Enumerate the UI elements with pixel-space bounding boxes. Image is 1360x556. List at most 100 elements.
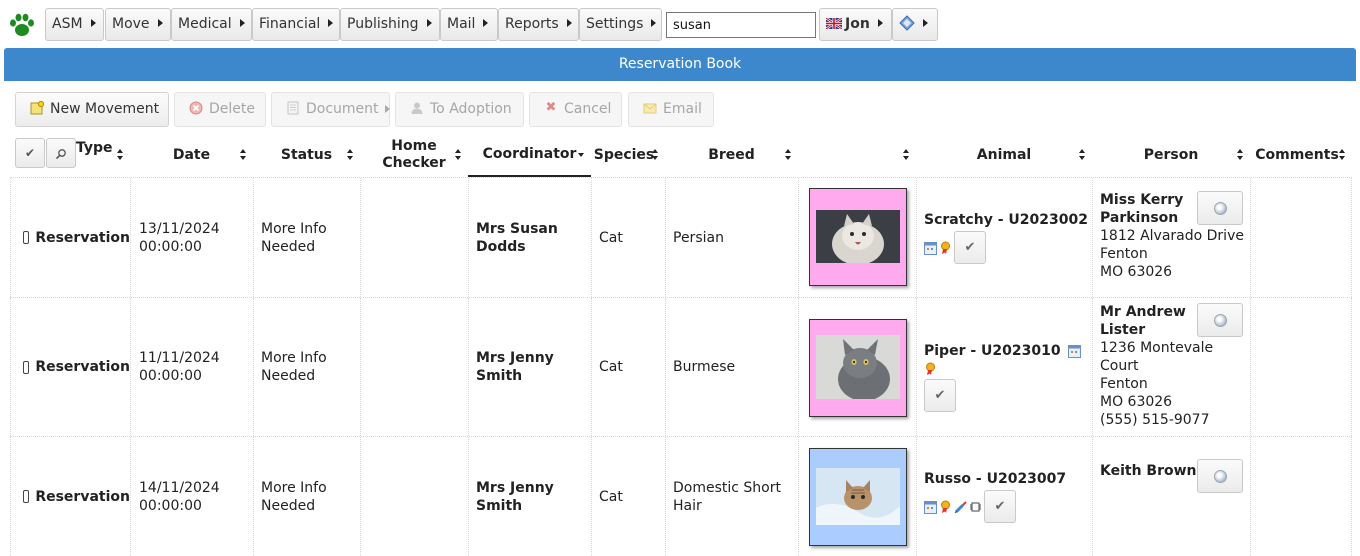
- animal-photo[interactable]: [809, 448, 907, 546]
- column-header-home-checker[interactable]: Home Checker: [360, 133, 468, 177]
- disc-icon: [1214, 470, 1227, 483]
- breed-value: Hair: [673, 497, 702, 514]
- kitten-photo-image: [816, 468, 900, 525]
- delete-icon: [189, 101, 203, 115]
- column-header-type[interactable]: Type: [76, 133, 130, 177]
- menu-settings[interactable]: Settings: [579, 8, 662, 41]
- coordinator-cell: Mrs Susan Dodds: [468, 178, 591, 297]
- search-icon: [55, 148, 66, 159]
- menu-reports[interactable]: Reports: [498, 8, 579, 41]
- award-ribbon-icon: [926, 362, 935, 375]
- check-button[interactable]: ✔: [984, 490, 1016, 523]
- comments-cell: [1250, 437, 1352, 556]
- row-checkbox[interactable]: [23, 231, 30, 244]
- address-line: Court: [1100, 358, 1139, 374]
- caret-right-icon: [923, 19, 928, 27]
- user-menu[interactable]: Jon: [819, 8, 892, 41]
- animal-link[interactable]: Piper - U2023010: [924, 343, 1061, 359]
- type-cell: Reservation: [10, 298, 130, 436]
- species-cell: Cat: [591, 437, 665, 556]
- calendar-icon: [924, 241, 937, 255]
- table-row[interactable]: Reservation 14/11/2024 00:00:00 More Info…: [10, 436, 1352, 556]
- column-header-coordinator[interactable]: Coordinator: [468, 133, 591, 177]
- menu-publishing[interactable]: Publishing: [340, 8, 440, 41]
- type-value: Reservation: [35, 359, 130, 375]
- status-value: Needed: [261, 238, 316, 255]
- animal-cell: Piper - U2023010 ✔: [916, 298, 1092, 436]
- search-input[interactable]: [666, 12, 816, 38]
- menu-medical[interactable]: Medical: [171, 8, 252, 41]
- select-all-button[interactable]: ✔: [15, 138, 45, 168]
- document-button[interactable]: Document: [271, 92, 390, 127]
- date-cell: 14/11/2024 00:00:00: [130, 437, 253, 556]
- syringe-icon: [954, 500, 967, 513]
- menu-asm[interactable]: ASM: [45, 8, 104, 41]
- menu-mail[interactable]: Mail: [440, 8, 498, 41]
- check-button[interactable]: ✔: [924, 379, 956, 412]
- animal-link[interactable]: Russo - U2023007: [924, 470, 1092, 488]
- cancel-button[interactable]: ✖ Cancel: [529, 92, 622, 127]
- person-cell: Miss Kerry Parkinson 1812 Alvarado Drive…: [1092, 178, 1250, 297]
- animal-photo[interactable]: [809, 188, 907, 286]
- species-value: Cat: [599, 229, 623, 246]
- person-lookup-button[interactable]: [1197, 459, 1243, 493]
- coordinator-cell: Mrs Jenny Smith: [468, 437, 591, 556]
- caret-right-icon: [877, 19, 883, 27]
- table-row[interactable]: Reservation 13/11/2024 00:00:00 More Info…: [10, 177, 1352, 297]
- person-cell: Mr Andrew Lister 1236 Montevale Court Fe…: [1092, 298, 1250, 436]
- column-header-breed[interactable]: Breed: [665, 133, 798, 177]
- help-menu[interactable]: [892, 8, 938, 41]
- sort-icon: [1339, 149, 1346, 161]
- status-value: More Info: [261, 220, 327, 237]
- person-lookup-button[interactable]: [1197, 191, 1243, 225]
- column-header-animal[interactable]: Animal: [916, 133, 1092, 177]
- breed-value: Domestic Short: [673, 479, 781, 496]
- caret-right-icon: [483, 19, 489, 27]
- comments-cell: [1250, 298, 1352, 436]
- column-header-date[interactable]: Date: [130, 133, 253, 177]
- cat-photo-image: [816, 210, 900, 263]
- row-checkbox[interactable]: [23, 490, 30, 503]
- calendar-icon: [924, 500, 937, 514]
- address-line: 1236 Montevale: [1100, 340, 1214, 356]
- caret-right-icon: [566, 19, 572, 27]
- coordinator-cell: Mrs Jenny Smith: [468, 298, 591, 436]
- email-button[interactable]: Email: [628, 92, 714, 127]
- menu-financial[interactable]: Financial: [252, 8, 340, 41]
- check-button[interactable]: ✔: [954, 231, 986, 264]
- person-cell: Keith Brown: [1092, 437, 1250, 556]
- header-label: Type: [76, 140, 113, 156]
- column-header-species[interactable]: Species: [591, 133, 665, 177]
- column-header-status[interactable]: Status: [253, 133, 360, 177]
- coordinator-value: Mrs Jenny: [476, 479, 554, 496]
- new-movement-button[interactable]: New Movement: [15, 92, 169, 127]
- menu-label: Publishing: [347, 16, 419, 32]
- person-lookup-button[interactable]: [1197, 303, 1243, 337]
- menu-move[interactable]: Move: [105, 8, 171, 41]
- delete-button[interactable]: Delete: [174, 92, 266, 127]
- address-line: MO 63026: [1100, 394, 1173, 410]
- species-value: Cat: [599, 488, 623, 505]
- column-header-comments[interactable]: Comments: [1250, 133, 1352, 177]
- row-checkbox[interactable]: [23, 360, 30, 374]
- address-line: Fenton: [1100, 246, 1148, 262]
- animal-photo[interactable]: [809, 319, 907, 417]
- page-title: Reservation Book: [4, 48, 1356, 81]
- to-adoption-button[interactable]: To Adoption: [395, 92, 524, 127]
- animal-link[interactable]: Scratchy - U2023002: [924, 211, 1092, 229]
- comments-cell: [1250, 178, 1352, 297]
- paw-logo-icon[interactable]: [8, 11, 36, 39]
- date-cell: 13/11/2024 00:00:00: [130, 178, 253, 297]
- filter-button[interactable]: [46, 138, 76, 168]
- column-header-person[interactable]: Person: [1092, 133, 1250, 177]
- table-row[interactable]: Reservation 11/11/2024 00:00:00 More Info…: [10, 297, 1352, 436]
- email-icon: [643, 103, 657, 114]
- document-icon: [287, 101, 299, 115]
- user-name: Jon: [845, 16, 870, 32]
- time-value: 00:00:00: [139, 238, 202, 255]
- caret-right-icon: [384, 105, 390, 113]
- species-value: Cat: [599, 359, 623, 375]
- time-value: 00:00:00: [139, 497, 202, 514]
- award-ribbon-icon: [941, 500, 950, 513]
- column-header-photo[interactable]: [798, 133, 916, 177]
